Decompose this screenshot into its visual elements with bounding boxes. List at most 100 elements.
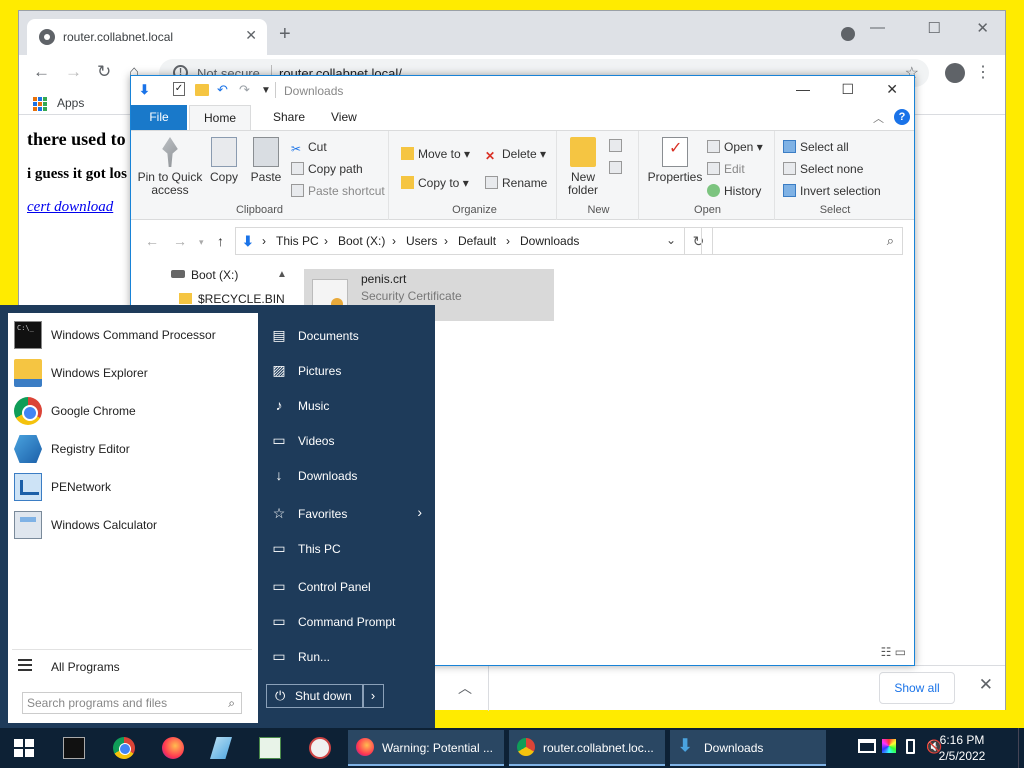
new-folder-quick-icon[interactable]	[195, 84, 209, 96]
place-command-prompt[interactable]: ▭ Command Prompt	[270, 609, 430, 635]
address-dropdown-icon[interactable]: ⌄	[666, 233, 676, 247]
place-downloads[interactable]: ↓ Downloads	[270, 463, 430, 489]
new-tab-button[interactable]: +	[279, 23, 291, 46]
chrome-tab[interactable]: router.collabnet.local ✕	[27, 19, 267, 55]
back-arrow-icon[interactable]: ←	[145, 233, 159, 249]
app-command-processor[interactable]: Windows Command Processor	[12, 319, 252, 351]
place-documents[interactable]: ▤ Documents	[270, 323, 430, 349]
taskbar-task-downloads[interactable]: ⬇ Downloads	[670, 730, 826, 766]
taskbar-task-firefox[interactable]: Warning: Potential ...	[348, 730, 504, 766]
clock[interactable]: 6:16 PM 2/5/2022	[932, 732, 992, 764]
tab-search-icon[interactable]	[841, 27, 855, 41]
open-button[interactable]: Open ▾	[707, 140, 763, 154]
properties-quick-icon[interactable]: ✓	[173, 82, 185, 96]
profile-avatar-icon[interactable]	[945, 63, 965, 83]
explorer-minimize-icon[interactable]: —	[796, 81, 810, 97]
close-icon[interactable]: ✕	[976, 19, 989, 37]
cut-button[interactable]: ✂ Cut	[291, 140, 327, 156]
nav-item-boot-drive[interactable]: Boot (X:)	[171, 268, 238, 282]
pin-quick-access-button[interactable]: Pin to Quick access	[137, 137, 203, 197]
place-pictures[interactable]: ▨ Pictures	[270, 358, 430, 384]
chevron-up-icon[interactable]: ︿	[458, 678, 472, 698]
forward-icon[interactable]: →	[65, 62, 82, 82]
show-desktop-button[interactable]	[1018, 728, 1024, 768]
rename-button[interactable]: Rename	[485, 176, 547, 190]
tab-home[interactable]: Home	[189, 105, 252, 130]
back-icon[interactable]: ←	[33, 62, 50, 82]
up-arrow-icon[interactable]: ↑	[217, 233, 224, 249]
tab-close-icon[interactable]: ✕	[245, 27, 257, 44]
select-none-button[interactable]: Select none	[783, 162, 863, 176]
app-windows-explorer[interactable]: Windows Explorer	[12, 357, 252, 389]
taskbar-cmd-icon[interactable]	[63, 737, 85, 759]
copy-path-button[interactable]: Copy path	[291, 162, 363, 176]
redo-icon[interactable]: ↷	[239, 82, 250, 98]
paste-shortcut-button[interactable]: Paste shortcut	[291, 184, 385, 198]
battery-tray-icon[interactable]	[906, 739, 915, 754]
place-favorites[interactable]: ☆ Favorites ›	[270, 501, 430, 527]
windows-start-icon[interactable]	[14, 739, 34, 757]
maximize-icon[interactable]: ☐	[928, 19, 941, 37]
nav-scroll-up-icon[interactable]: ▲	[277, 269, 287, 280]
move-to-button[interactable]: Move to ▾	[401, 147, 470, 161]
paste-button[interactable]: Paste	[249, 137, 283, 184]
explorer-close-icon[interactable]: ✕	[886, 81, 898, 98]
taskbar-chrome-icon[interactable]	[113, 737, 135, 759]
crumb-boot[interactable]: Boot (X:)	[338, 234, 385, 248]
taskbar-task-chrome[interactable]: router.collabnet.loc...	[509, 730, 665, 766]
easy-access-button[interactable]	[609, 161, 626, 175]
taskbar-crystal-icon[interactable]	[210, 737, 232, 759]
history-button[interactable]: History	[707, 184, 761, 198]
select-all-button[interactable]: Select all	[783, 140, 849, 154]
new-item-button[interactable]	[609, 139, 626, 153]
copy-to-button[interactable]: Copy to ▾	[401, 176, 469, 190]
reload-icon[interactable]: ↻	[97, 62, 111, 82]
apps-bookmark[interactable]: Apps	[57, 96, 84, 110]
shutdown-button[interactable]: ⏻ Shut down	[266, 684, 364, 708]
crumb-downloads[interactable]: Downloads	[520, 234, 579, 248]
view-toggle-icons[interactable]: ☷ ▭	[881, 645, 906, 659]
apps-grid-icon[interactable]	[33, 97, 47, 111]
place-music[interactable]: ♪ Music	[270, 393, 430, 419]
taskbar-firefox-icon[interactable]	[162, 737, 184, 759]
shutdown-options-button[interactable]: ›	[362, 684, 384, 708]
network-tray-icon[interactable]	[858, 739, 876, 753]
download-bar-close-icon[interactable]: ✕	[979, 675, 993, 695]
properties-button[interactable]: Properties	[647, 137, 703, 184]
show-all-button[interactable]: Show all	[879, 672, 955, 704]
taskbar-paint-icon[interactable]	[309, 737, 331, 759]
forward-arrow-icon[interactable]: →	[173, 233, 187, 249]
minimize-icon[interactable]: —	[870, 19, 885, 36]
start-search-input[interactable]	[27, 695, 217, 711]
color-tray-icon[interactable]	[882, 739, 896, 753]
place-this-pc[interactable]: ▭ This PC	[270, 536, 430, 562]
place-videos[interactable]: ▭ Videos	[270, 428, 430, 454]
place-run[interactable]: ▭ Run...	[270, 644, 430, 670]
tab-view[interactable]: View	[317, 105, 371, 130]
app-penetwork[interactable]: PENetwork	[12, 471, 252, 503]
app-registry-editor[interactable]: Registry Editor	[12, 433, 252, 465]
crumb-users[interactable]: Users	[406, 234, 437, 248]
app-windows-calculator[interactable]: Windows Calculator	[12, 509, 252, 541]
recent-dropdown-icon[interactable]: ▾	[199, 237, 204, 248]
place-control-panel[interactable]: ▭ Control Panel	[270, 574, 430, 600]
start-search-box[interactable]: ⌕	[22, 692, 242, 714]
breadcrumb[interactable]: ⬇ › This PC › Boot (X:) › Users › Defaul…	[235, 227, 685, 255]
nav-item-recycle-bin[interactable]: $RECYCLE.BIN	[179, 292, 285, 306]
crumb-this-pc[interactable]: This PC	[276, 234, 319, 248]
cert-download-link[interactable]: cert download	[27, 199, 113, 215]
invert-selection-button[interactable]: Invert selection	[783, 184, 881, 198]
tab-share[interactable]: Share	[259, 105, 319, 130]
edit-button[interactable]: Edit	[707, 162, 745, 176]
quick-access-dropdown-icon[interactable]: ▼	[261, 85, 271, 96]
all-programs-button[interactable]: All Programs	[12, 649, 252, 677]
undo-icon[interactable]: ↶	[217, 82, 228, 98]
menu-kebab-icon[interactable]: ⋮	[975, 62, 991, 82]
explorer-search-input[interactable]: ⌕	[701, 227, 903, 255]
delete-button[interactable]: ✕ Delete ▾	[485, 147, 546, 163]
taskbar-spreadsheet-icon[interactable]	[259, 737, 281, 759]
tab-file[interactable]: File	[131, 105, 187, 130]
help-icon[interactable]: ?	[894, 109, 910, 125]
explorer-maximize-icon[interactable]: ☐	[841, 81, 854, 98]
new-folder-button[interactable]: New folder	[565, 137, 601, 197]
